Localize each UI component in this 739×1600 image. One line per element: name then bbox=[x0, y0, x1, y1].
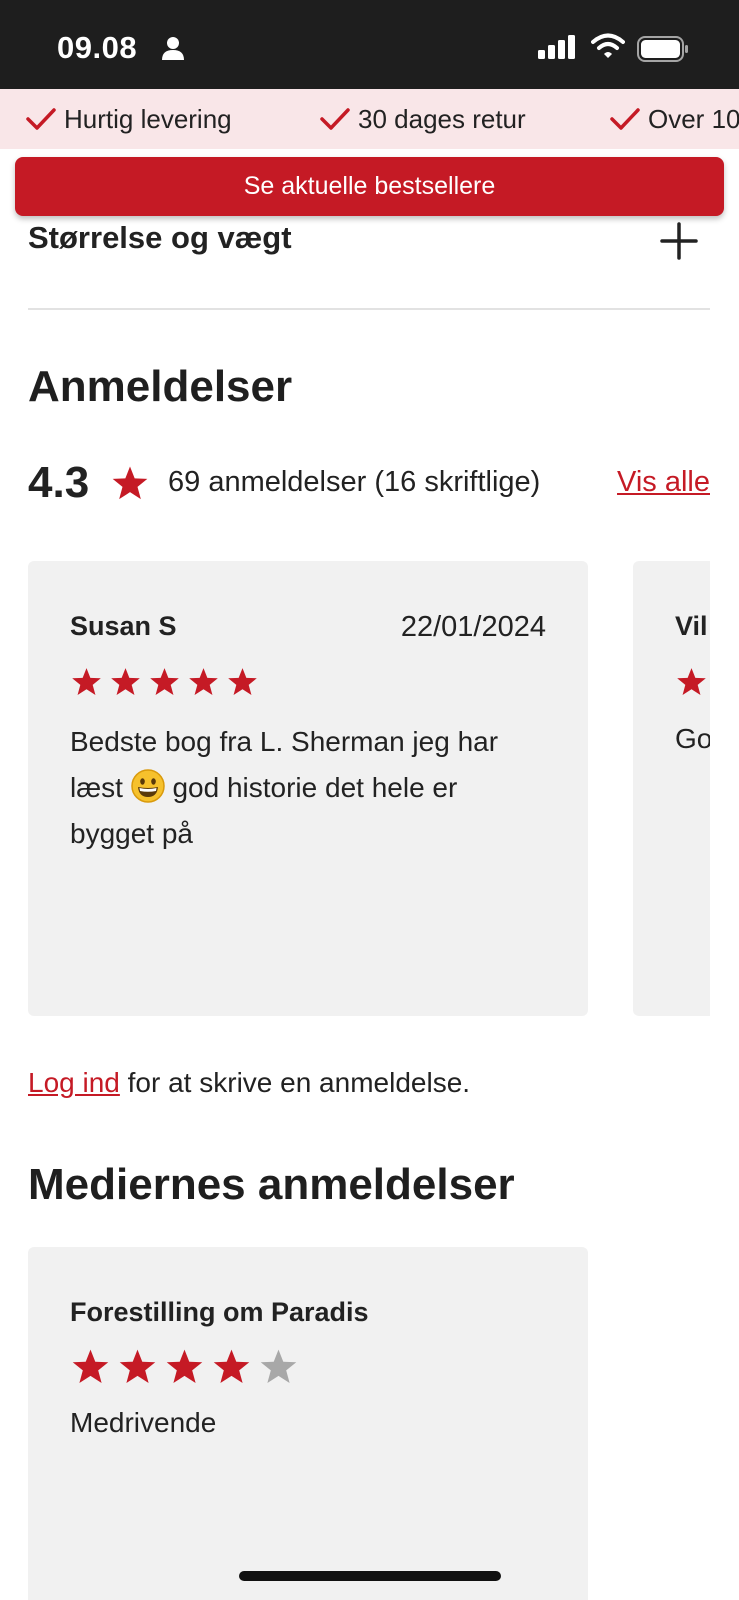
reviews-title: Anmeldelser bbox=[28, 362, 293, 411]
usp-label: Hurtig levering bbox=[64, 103, 232, 134]
star-rating bbox=[70, 666, 265, 699]
usp-bar: Hurtig levering 30 dages retur Over 10 bbox=[0, 89, 739, 149]
media-review-text: Medrivende bbox=[70, 1407, 217, 1438]
status-time: 09.08 bbox=[57, 30, 138, 65]
status-bar: 09.08 bbox=[0, 0, 739, 89]
review-text: Bedste bog fra L. Sherman jeg har læst g… bbox=[70, 719, 540, 857]
login-suffix: for at skrive en anmeldelse. bbox=[119, 1067, 471, 1098]
signal-icon bbox=[538, 35, 576, 64]
review-text: Go bbox=[675, 723, 710, 754]
star-icon bbox=[72, 1349, 109, 1384]
plus-icon[interactable] bbox=[660, 222, 698, 260]
review-text-part: god historie det hele er bygget på bbox=[70, 772, 458, 849]
login-link[interactable]: Log ind bbox=[28, 1067, 120, 1098]
media-review-card: Forestilling om Paradis Medrivende bbox=[28, 1247, 588, 1600]
accordion-title: Størrelse og vægt bbox=[28, 220, 292, 255]
usp-item: Hurtig levering bbox=[26, 89, 232, 149]
star-icon bbox=[213, 1349, 250, 1384]
media-reviews-title: Mediernes anmeldelser bbox=[28, 1160, 515, 1209]
usp-label: Over 10 bbox=[648, 103, 739, 134]
usp-label: 30 dages retur bbox=[358, 103, 526, 134]
check-icon bbox=[26, 108, 56, 130]
review-card: Susan S 22/01/2024 Bedste bog fra L. She… bbox=[28, 561, 588, 1016]
review-count: 69 anmeldelser (16 skriftlige) bbox=[168, 466, 541, 498]
reviewer-name: Susan S bbox=[70, 611, 177, 641]
media-review-title: Forestilling om Paradis bbox=[70, 1297, 369, 1327]
star-icon bbox=[189, 668, 218, 696]
usp-item: 30 dages retur bbox=[320, 89, 526, 149]
rating-summary: 4.3 69 anmeldelser (16 skriftlige) Vis a… bbox=[28, 456, 710, 512]
star-icon bbox=[72, 668, 101, 696]
star-icon bbox=[111, 668, 140, 696]
star-icon bbox=[112, 466, 148, 500]
star-rating bbox=[70, 1347, 305, 1388]
login-prompt: Log ind for at skrive en anmeldelse. bbox=[28, 1067, 470, 1099]
star-icon bbox=[228, 668, 257, 696]
grinning-face-emoji bbox=[130, 769, 165, 803]
home-indicator bbox=[239, 1571, 501, 1581]
check-icon bbox=[320, 108, 350, 130]
usp-item: Over 10 bbox=[610, 89, 739, 149]
show-all-reviews-link[interactable]: Vis alle bbox=[617, 466, 710, 499]
person-icon bbox=[162, 36, 184, 65]
star-empty-icon bbox=[260, 1349, 297, 1384]
star-icon bbox=[166, 1349, 203, 1384]
star-icon bbox=[119, 1349, 156, 1384]
star-rating bbox=[675, 666, 710, 699]
star-icon bbox=[677, 668, 706, 696]
rating-value: 4.3 bbox=[28, 458, 90, 507]
bestsellers-button[interactable]: Se aktuelle bestsellere bbox=[15, 157, 724, 216]
review-date: 22/01/2024 bbox=[400, 611, 546, 643]
review-card: Vil Go bbox=[633, 561, 710, 1016]
wifi-icon bbox=[591, 33, 625, 64]
battery-icon bbox=[637, 36, 689, 67]
check-icon bbox=[610, 108, 640, 130]
size-weight-accordion[interactable]: Størrelse og vægt bbox=[28, 212, 710, 310]
star-icon bbox=[150, 668, 179, 696]
reviewer-name: Vil bbox=[675, 611, 708, 641]
